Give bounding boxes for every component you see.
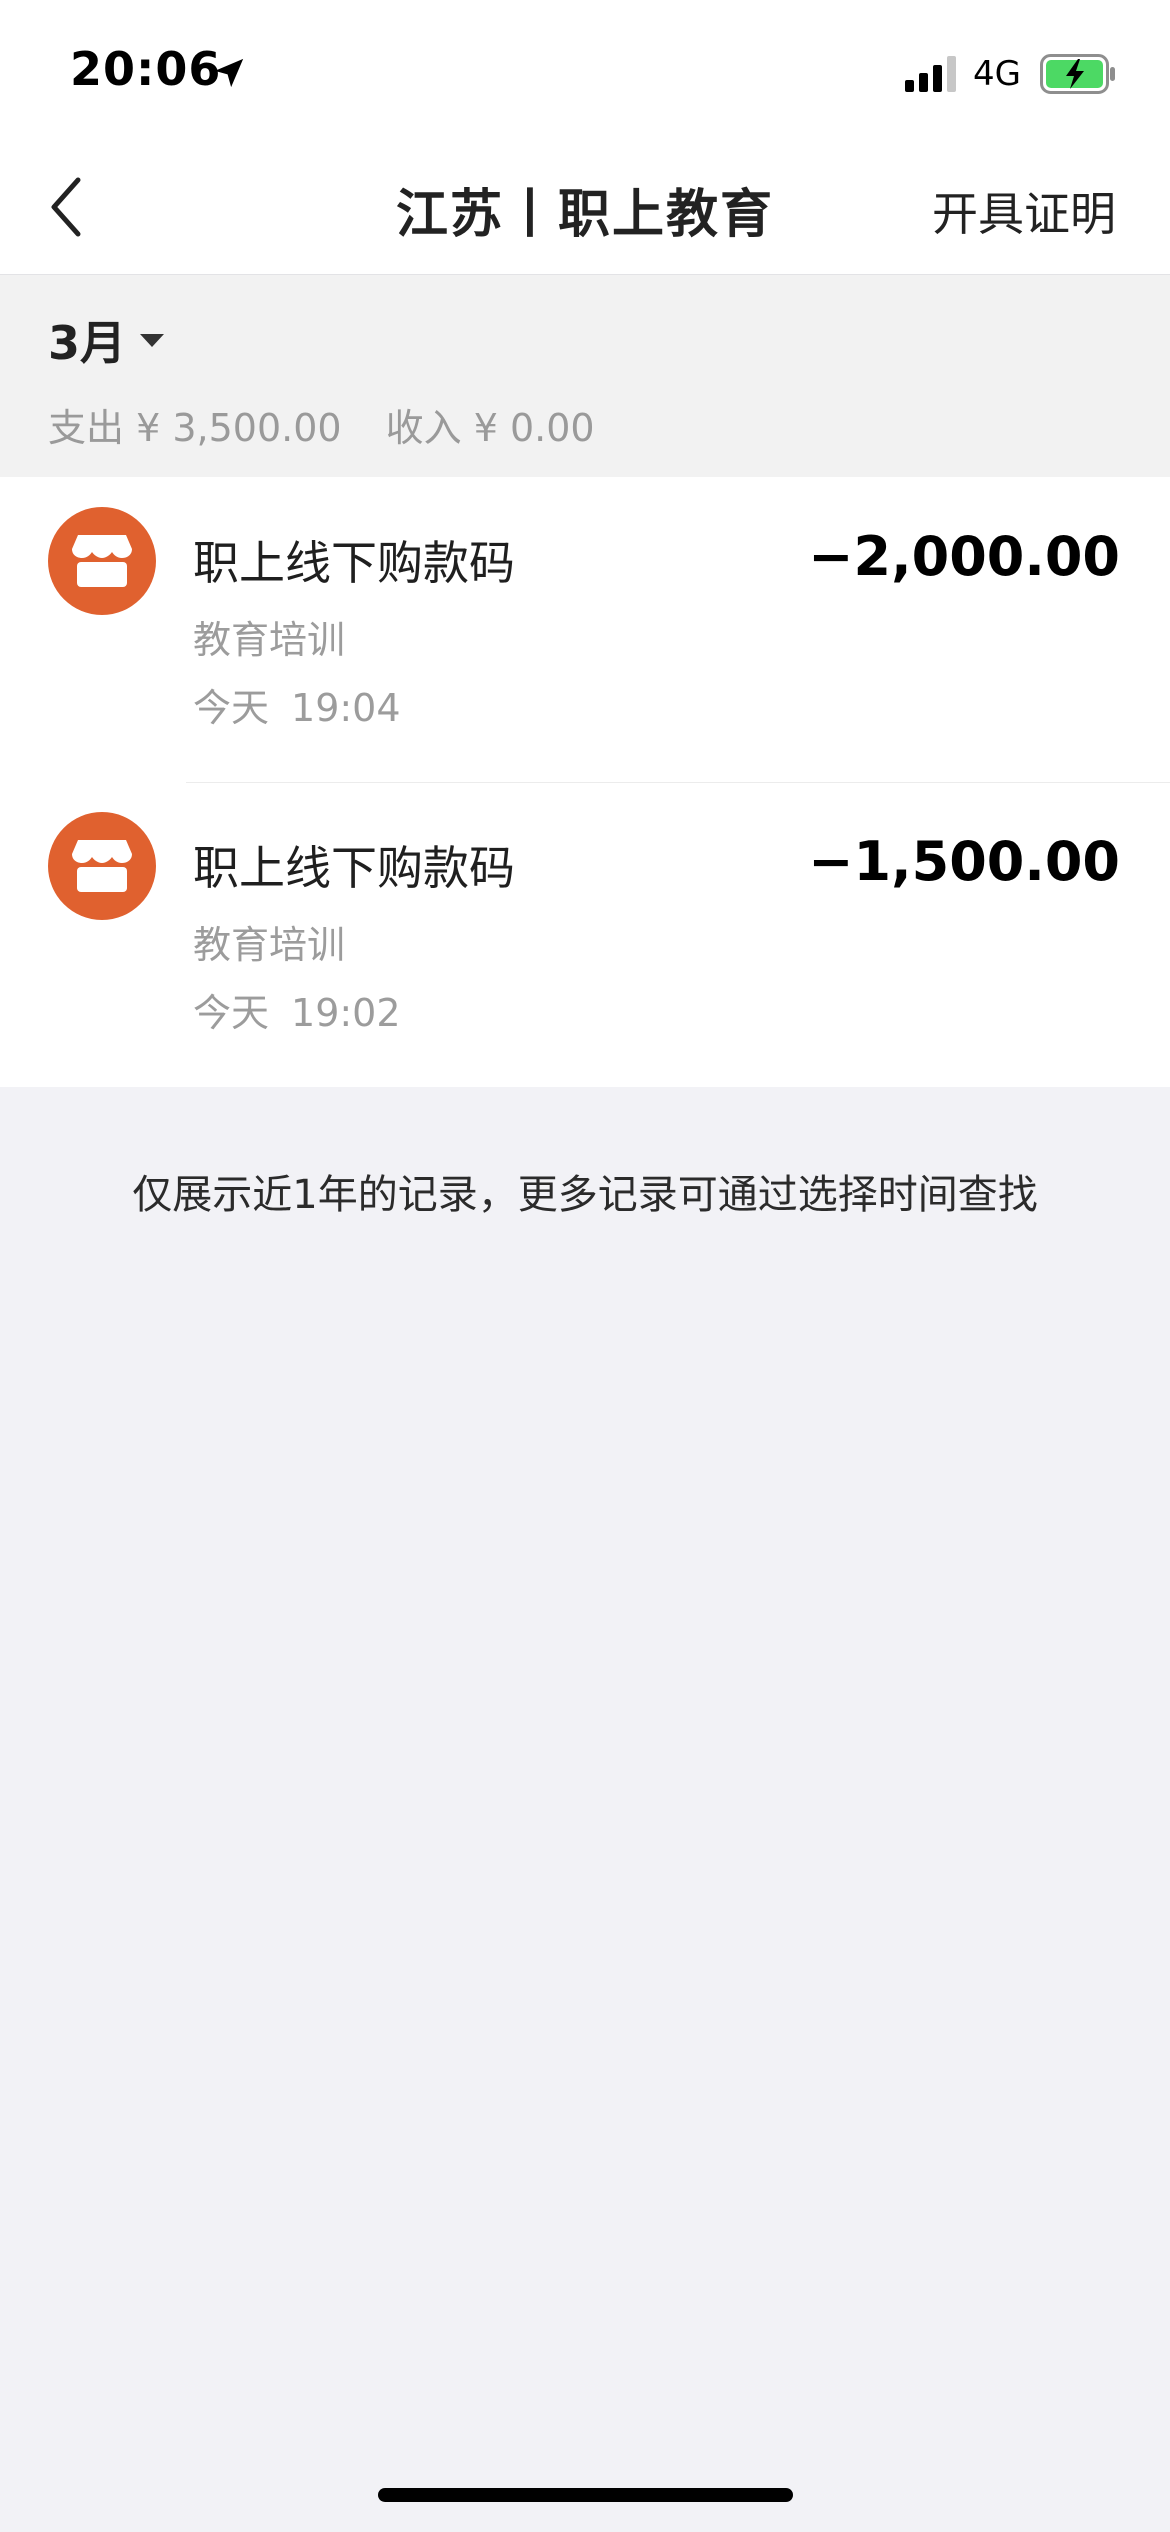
expense-label: 支出	[48, 406, 125, 450]
transaction-clock: 19:02	[291, 991, 401, 1035]
transaction-time: 今天 19:04	[193, 677, 401, 732]
transaction-row[interactable]: 职上线下购款码 教育培训 今天 19:04 −2,000.00	[0, 477, 1170, 782]
summary-totals: 支出 ¥ 3,500.00 收入 ¥ 0.00	[48, 397, 595, 452]
transaction-title: 职上线下购款码	[193, 841, 515, 895]
month-selector[interactable]: 3月	[48, 307, 165, 373]
transaction-day: 今天	[193, 686, 270, 730]
income-value: ¥ 0.00	[473, 406, 595, 450]
status-bar: 20:06 4G	[0, 0, 1170, 140]
transaction-title: 职上线下购款码	[193, 536, 515, 590]
location-arrow-icon	[214, 58, 244, 88]
caret-down-icon	[140, 334, 165, 347]
transaction-time: 今天 19:02	[193, 982, 401, 1037]
transaction-day: 今天	[193, 991, 270, 1035]
home-indicator[interactable]	[378, 2488, 793, 2502]
battery-charging-icon	[1040, 54, 1115, 94]
network-type: 4G	[973, 54, 1021, 94]
status-time: 20:06	[70, 42, 222, 96]
income-label: 收入	[385, 406, 462, 450]
transaction-list: 职上线下购款码 教育培训 今天 19:04 −2,000.00 职上线下购款码 教…	[0, 477, 1170, 1087]
chevron-left-icon[interactable]	[44, 174, 94, 240]
transaction-amount: −1,500.00	[808, 830, 1120, 893]
month-label: 3月	[48, 316, 127, 370]
signal-icon	[905, 56, 956, 92]
expense-value: ¥ 3,500.00	[136, 406, 342, 450]
issue-certificate-button[interactable]: 开具证明	[932, 178, 1116, 244]
records-range-note: 仅展示近1年的记录，更多记录可通过选择时间查找	[132, 1172, 1038, 1218]
page-title: 江苏丨职上教育	[395, 185, 774, 245]
transaction-category: 教育培训	[193, 923, 346, 967]
store-icon	[48, 507, 156, 615]
store-icon	[48, 812, 156, 920]
navigation-bar: 江苏丨职上教育 开具证明	[0, 140, 1170, 275]
transaction-amount: −2,000.00	[808, 525, 1120, 588]
month-summary: 3月 支出 ¥ 3,500.00 收入 ¥ 0.00	[0, 275, 1170, 477]
transaction-row[interactable]: 职上线下购款码 教育培训 今天 19:02 −1,500.00	[0, 782, 1170, 1087]
transaction-category: 教育培训	[193, 618, 346, 662]
transaction-clock: 19:04	[291, 686, 401, 730]
